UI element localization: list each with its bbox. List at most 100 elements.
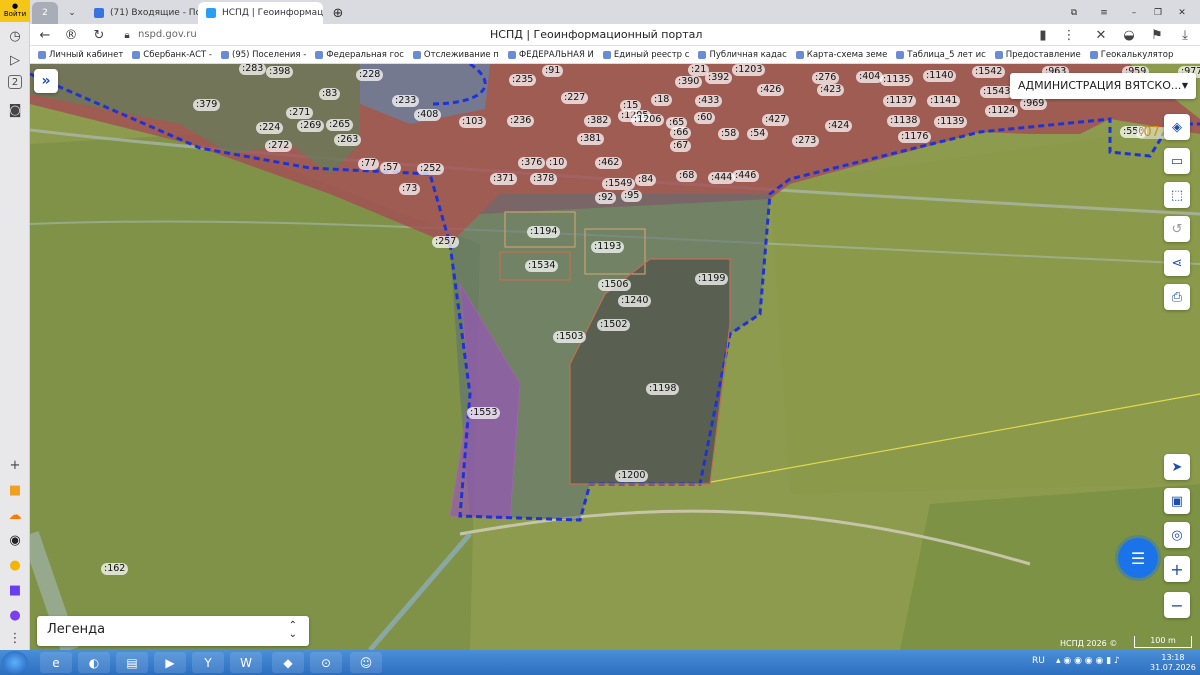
cadastral-plot-label[interactable]: :77: [358, 158, 380, 170]
cadastral-plot-label[interactable]: :1140: [923, 70, 957, 82]
cadastral-plot-label[interactable]: :1553: [467, 407, 501, 419]
extension-icon-3[interactable]: ⚑: [1148, 26, 1166, 44]
cadastral-plot-label[interactable]: :269: [297, 120, 325, 132]
cadastral-plot-label[interactable]: :263: [334, 134, 362, 146]
add-icon[interactable]: +: [4, 455, 26, 475]
app-icon-pdf[interactable]: ⊙: [310, 652, 342, 673]
cadastral-plot-label[interactable]: :371: [490, 173, 518, 185]
cadastral-plot-label[interactable]: :233: [392, 95, 420, 107]
app-icon-dark[interactable]: ◉: [4, 530, 26, 550]
window-close-icon[interactable]: ✕: [1172, 2, 1192, 24]
cadastral-plot-label[interactable]: :1503: [553, 331, 587, 343]
cadastral-plot-label[interactable]: :227: [561, 92, 589, 104]
cadastral-plot-label[interactable]: :1176: [898, 131, 932, 143]
cadastral-plot-label[interactable]: :1502: [597, 319, 631, 331]
app-icon-yellow[interactable]: ■: [4, 480, 26, 500]
bookmark-item[interactable]: ФЕДЕРАЛЬНАЯ И: [507, 50, 594, 60]
cadastral-plot-label[interactable]: :1193: [591, 241, 625, 253]
tray-icons[interactable]: ▴ ◉ ◉ ◉ ◉ ▮ ♪: [1056, 656, 1120, 666]
cadastral-plot-label[interactable]: :376: [518, 157, 546, 169]
cadastral-plot-label[interactable]: :257: [432, 236, 460, 248]
word-icon[interactable]: W: [230, 652, 262, 673]
extension-icon-2[interactable]: ◒: [1120, 26, 1138, 44]
cadastral-plot-label[interactable]: :426: [757, 84, 785, 96]
cadastral-plot-label[interactable]: :392: [705, 72, 733, 84]
select-area-icon[interactable]: ⬚: [1164, 182, 1190, 208]
cadastral-plot-label[interactable]: :1543: [980, 86, 1014, 98]
cadastral-plot-label[interactable]: :273: [792, 135, 820, 147]
cadastral-plot-label[interactable]: :1203: [732, 64, 766, 76]
zoom-in-button[interactable]: +: [1164, 556, 1190, 582]
bookmark-item[interactable]: Карта-схема земе: [795, 50, 887, 60]
cadastral-plot-label[interactable]: :1534: [525, 260, 559, 272]
legend-panel[interactable]: Легенда ⌃ ⌄: [37, 616, 309, 646]
cadastral-plot-label[interactable]: :103: [459, 116, 487, 128]
collections-icon[interactable]: ⧉: [1064, 2, 1084, 24]
cadastral-plot-label[interactable]: :265: [326, 119, 354, 131]
tab-group-button[interactable]: 2: [32, 2, 58, 24]
history-icon[interactable]: ↺: [1164, 216, 1190, 242]
cadastral-plot-label[interactable]: :271: [286, 107, 314, 119]
bookmark-item[interactable]: Публичная кадас: [698, 50, 787, 60]
download-icon[interactable]: ⤓: [1176, 26, 1194, 44]
cadastral-plot-label[interactable]: :1194: [527, 226, 561, 238]
layers-icon[interactable]: ◈: [1164, 114, 1190, 140]
app-icon-person[interactable]: ☺: [350, 652, 382, 673]
cadastral-plot-label[interactable]: :398: [266, 66, 294, 78]
language-indicator[interactable]: RU: [1032, 656, 1045, 666]
cadastral-plot-label[interactable]: :424: [825, 120, 853, 132]
cadastral-plot-label[interactable]: :18: [651, 94, 673, 106]
expand-panel-button[interactable]: »: [34, 69, 58, 93]
cadastral-plot-label[interactable]: :1199: [695, 273, 729, 285]
cadastral-plot-label[interactable]: :276: [812, 72, 840, 84]
cadastral-plot-label[interactable]: :224: [256, 122, 284, 134]
cadastral-plot-label[interactable]: :10: [546, 157, 568, 169]
bookmark-item[interactable]: Таблица_5 лет ис: [896, 50, 986, 60]
cadastral-plot-label[interactable]: :378: [530, 173, 558, 185]
cadastral-plot-label[interactable]: :427: [762, 114, 790, 126]
bookmark-item[interactable]: Отслеживание п: [412, 50, 499, 60]
cadastral-plot-label[interactable]: :283: [239, 64, 267, 75]
zoom-out-button[interactable]: −: [1164, 592, 1190, 618]
cadastral-plot-label[interactable]: :54: [747, 128, 769, 140]
app-icon-rainbow[interactable]: ◆: [272, 652, 304, 673]
play-icon[interactable]: ▷: [4, 50, 26, 70]
bookmark-item[interactable]: (95) Поселения -: [221, 50, 306, 60]
cadastral-plot-label[interactable]: :1137: [883, 95, 917, 107]
reload-icon[interactable]: ↻: [90, 26, 108, 44]
bookmark-item[interactable]: Геокалькулятор: [1089, 50, 1173, 60]
bookmark-item[interactable]: Сбербанк-АСТ -: [132, 50, 212, 60]
location-icon[interactable]: ◎: [1164, 522, 1190, 548]
cadastral-plot-label[interactable]: :1139: [934, 116, 968, 128]
yandex-icon[interactable]: Y: [192, 652, 224, 673]
cadastral-plot-label[interactable]: :1124: [985, 105, 1019, 117]
cadastral-plot-label[interactable]: :1549: [602, 178, 636, 190]
cadastral-plot-label[interactable]: :379: [193, 99, 221, 111]
cadastral-plot-label[interactable]: :390: [675, 76, 703, 88]
bookmark-icon[interactable]: ▮: [1034, 26, 1052, 44]
app-icon-red[interactable]: ◐: [78, 652, 110, 673]
bookmark-item[interactable]: Предоставление: [994, 50, 1081, 60]
cadastral-plot-label[interactable]: :1206: [631, 114, 665, 126]
app-icon-orange[interactable]: ●: [4, 555, 26, 575]
cadastral-plot-label[interactable]: :67: [670, 140, 692, 152]
cadastral-plot-label[interactable]: :84: [635, 174, 657, 186]
cadastral-plot-label[interactable]: :235: [509, 74, 537, 86]
cadastral-plot-label[interactable]: :68: [676, 170, 698, 182]
clock[interactable]: 13:18 31.07.2026: [1150, 653, 1196, 673]
admin-select[interactable]: АДМИНИСТРАЦИЯ ВЯТСКО... ▼: [1010, 73, 1196, 99]
app-icon-purple[interactable]: ■: [4, 580, 26, 600]
more-icon[interactable]: ⋮: [4, 628, 26, 648]
camera-icon[interactable]: ◙: [4, 100, 26, 120]
back-icon[interactable]: ←: [36, 26, 54, 44]
cadastral-plot-label[interactable]: :1138: [887, 115, 921, 127]
cadastral-plot-label[interactable]: :92: [595, 192, 617, 204]
bookmark-item[interactable]: Федеральная гос: [315, 50, 404, 60]
cadastral-plot-label[interactable]: :1542: [972, 66, 1006, 78]
cadastral-plot-label[interactable]: :382: [584, 115, 612, 127]
cadastral-plot-label[interactable]: :1198: [646, 383, 680, 395]
start-button[interactable]: [2, 651, 28, 674]
bookmark-item[interactable]: Единый реестр с: [602, 50, 689, 60]
cadastral-plot-label[interactable]: :1200: [615, 470, 649, 482]
tab-nspd[interactable]: НСПД | Геоинформацио ×: [198, 2, 323, 24]
